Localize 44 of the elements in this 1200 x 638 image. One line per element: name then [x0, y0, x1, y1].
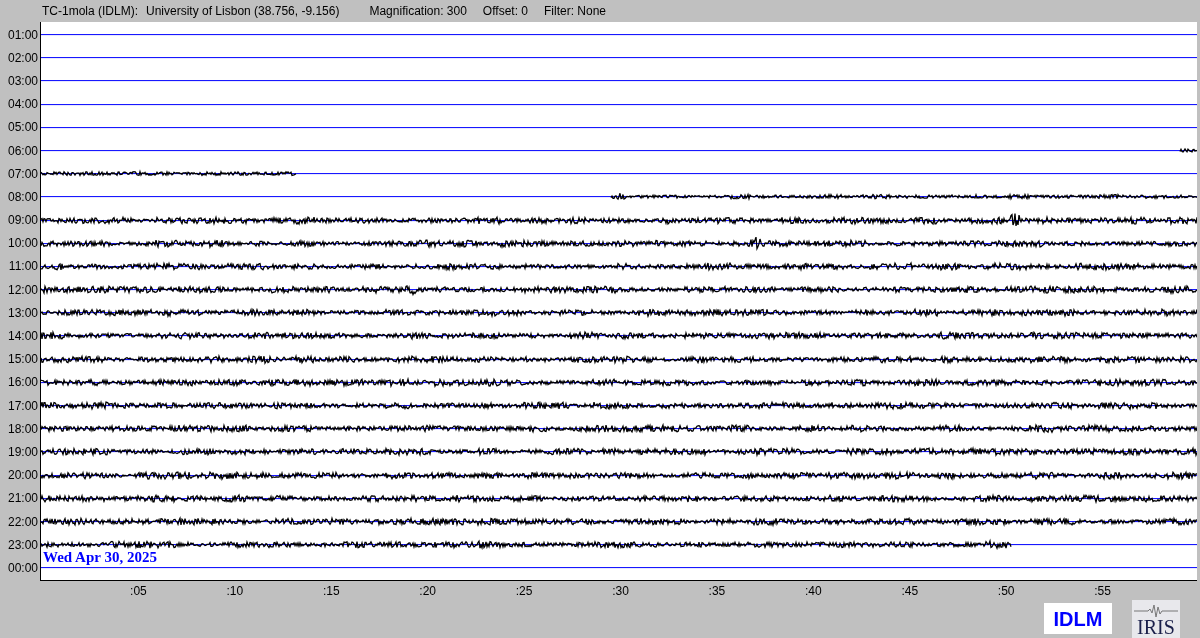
hour-label: 12:00 [7, 281, 38, 299]
hour-label: 06:00 [7, 142, 38, 160]
seismograph-icon [1134, 603, 1178, 618]
station-label: TC-1mola (IDLM): [42, 3, 138, 20]
hour-label: 04:00 [7, 96, 38, 114]
hour-label: 02:00 [7, 49, 38, 67]
hour-label: 07:00 [7, 165, 38, 183]
hour-label: 11:00 [8, 258, 38, 276]
minute-tick-label: :45 [901, 583, 919, 598]
hour-label: 09:00 [7, 212, 38, 230]
hour-label: 03:00 [7, 72, 38, 90]
hour-label: 01:00 [7, 26, 38, 44]
hour-label: 22:00 [7, 513, 38, 531]
network-logo: IRIS [1132, 599, 1180, 638]
hour-label: 19:00 [7, 443, 38, 461]
minute-tick-label: :10 [226, 583, 244, 598]
minute-tick-label: :35 [708, 583, 726, 598]
minute-tick-label: :50 [997, 583, 1015, 598]
hour-label: 17:00 [7, 397, 38, 415]
minute-tick-label: :55 [1094, 583, 1111, 598]
hour-label: 21:00 [7, 490, 38, 508]
date-label: Wed Apr 30, 2025 [43, 550, 157, 566]
minute-tick-label: :40 [805, 583, 822, 598]
minute-tick-label: :15 [322, 583, 340, 598]
hour-label: 00:00 [7, 559, 38, 577]
hour-label: 16:00 [7, 374, 38, 392]
hour-label: 13:00 [7, 304, 38, 322]
minute-tick-label: :30 [612, 583, 629, 598]
hour-label: 10:00 [7, 235, 38, 253]
hour-label: 23:00 [7, 536, 38, 554]
minute-tick-label: :05 [130, 583, 147, 598]
hour-label: 05:00 [7, 119, 38, 137]
hour-label: 15:00 [7, 351, 38, 369]
hour-label: 18:00 [7, 420, 38, 438]
station-logo: IDLM [1044, 603, 1112, 634]
hour-label: 14:00 [7, 328, 38, 346]
filter-label: Filter: None [544, 3, 607, 20]
magnification-label: Magnification: 300 [369, 3, 467, 20]
hour-label: 08:00 [7, 188, 38, 206]
hour-label: 20:00 [7, 467, 38, 485]
location-label: University of Lisbon (38.756, -9.156) [146, 3, 340, 20]
minute-tick-label: :20 [419, 583, 436, 598]
offset-label: Offset: 0 [482, 3, 528, 20]
minute-tick-label: :25 [515, 583, 533, 598]
